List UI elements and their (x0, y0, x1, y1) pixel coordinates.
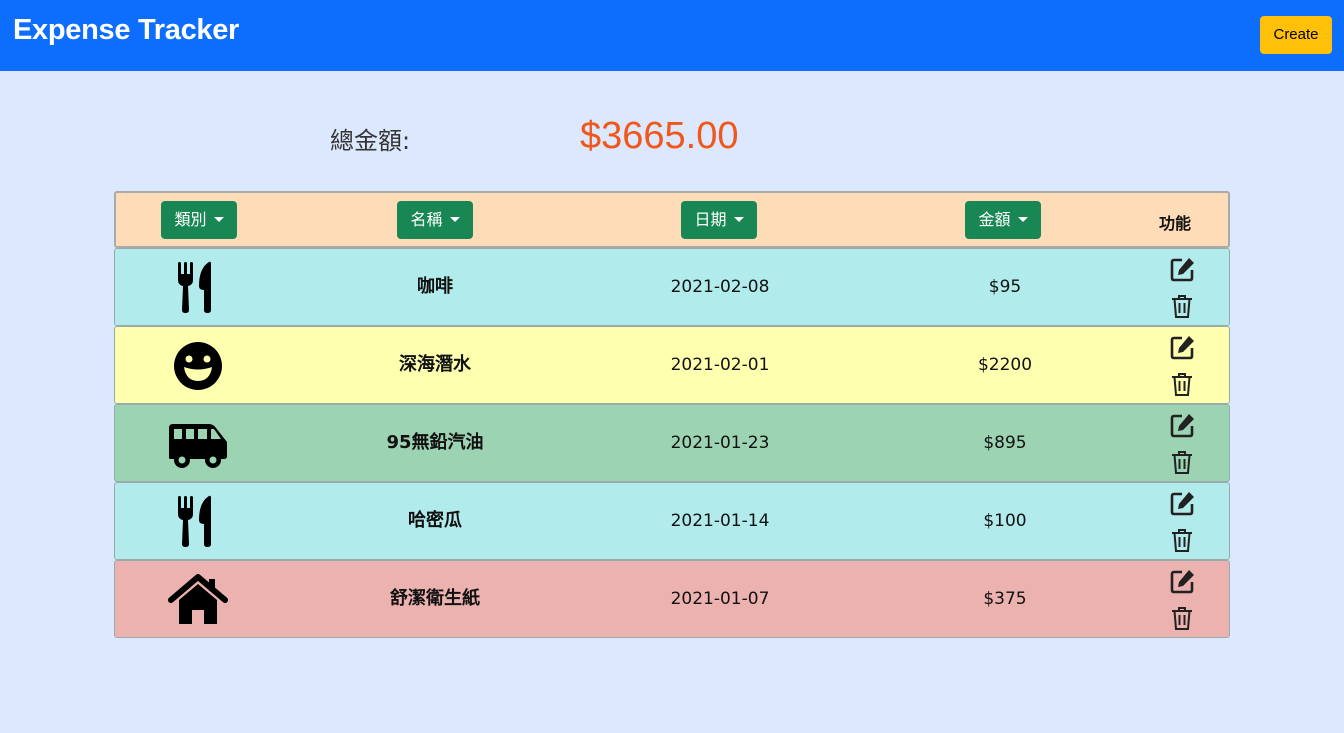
sort-amount-label: 金額 (978, 210, 1011, 229)
function-header: 功能 (1159, 214, 1192, 233)
table-header: 類別 名稱 日期 金額 功能 (114, 191, 1230, 248)
table-row: 深海潛水 2021-02-01 $2200 (114, 326, 1230, 404)
grin-icon (165, 338, 231, 392)
caret-down-icon (449, 217, 460, 222)
total-label: 總金額: (330, 127, 411, 155)
navbar: Expense Tracker Create (0, 0, 1344, 71)
expense-name: 95無鉛汽油 (386, 432, 484, 453)
expense-amount: $895 (983, 433, 1027, 453)
expense-name: 哈密瓜 (408, 510, 462, 531)
expense-date: 2021-02-01 (670, 355, 770, 375)
total-value: $3665.00 (580, 115, 739, 157)
expense-table: 類別 名稱 日期 金額 功能 咖啡 2021-02-08 $95 深海潛水 20… (114, 191, 1230, 638)
edit-icon[interactable] (1170, 256, 1196, 282)
expense-date: 2021-01-23 (670, 433, 770, 453)
sort-category-label: 類別 (174, 210, 207, 229)
edit-icon[interactable] (1170, 490, 1196, 516)
expense-amount: $95 (988, 277, 1022, 297)
caret-down-icon (213, 217, 224, 222)
sort-name-label: 名稱 (410, 210, 443, 229)
trash-icon[interactable] (1170, 371, 1194, 397)
caret-down-icon (1017, 217, 1028, 222)
expense-date: 2021-02-08 (670, 277, 770, 297)
edit-icon[interactable] (1170, 568, 1196, 594)
sort-category-button[interactable]: 類別 (161, 201, 237, 239)
sort-name-button[interactable]: 名稱 (397, 201, 473, 239)
expense-name: 深海潛水 (399, 354, 471, 375)
sort-date-button[interactable]: 日期 (681, 201, 757, 239)
expense-name: 咖啡 (417, 276, 453, 297)
sort-amount-button[interactable]: 金額 (965, 201, 1041, 239)
home-icon (165, 572, 231, 626)
expense-amount: $2200 (977, 355, 1033, 375)
create-button[interactable]: Create (1260, 16, 1332, 54)
trash-icon[interactable] (1170, 293, 1194, 319)
app-title[interactable]: Expense Tracker (13, 14, 239, 47)
edit-icon[interactable] (1170, 334, 1196, 360)
edit-icon[interactable] (1170, 412, 1196, 438)
expense-date: 2021-01-14 (670, 511, 770, 531)
trash-icon[interactable] (1170, 605, 1194, 631)
expense-name: 舒潔衛生紙 (390, 588, 480, 609)
table-row: 舒潔衛生紙 2021-01-07 $375 (114, 560, 1230, 638)
sort-date-label: 日期 (694, 210, 727, 229)
expense-amount: $375 (983, 589, 1027, 609)
table-row: 95無鉛汽油 2021-01-23 $895 (114, 404, 1230, 482)
expense-amount: $100 (983, 511, 1027, 531)
expense-date: 2021-01-07 (670, 589, 770, 609)
caret-down-icon (733, 217, 744, 222)
trash-icon[interactable] (1170, 449, 1194, 475)
shuttle-van-icon (165, 416, 231, 470)
utensils-icon (165, 494, 231, 548)
table-row: 哈密瓜 2021-01-14 $100 (114, 482, 1230, 560)
utensils-icon (165, 260, 231, 314)
table-row: 咖啡 2021-02-08 $95 (114, 248, 1230, 326)
trash-icon[interactable] (1170, 527, 1194, 553)
